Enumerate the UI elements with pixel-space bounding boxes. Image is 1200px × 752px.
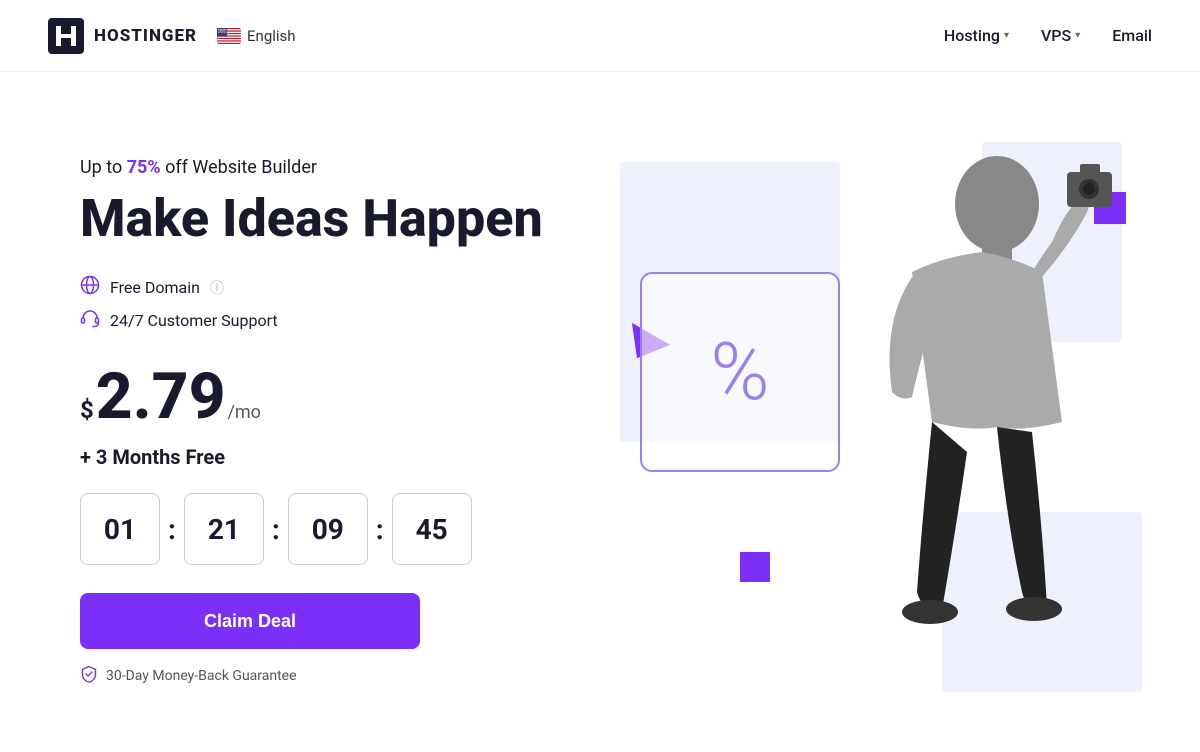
globe-icon [80, 275, 100, 300]
purple-square-bottom [740, 552, 770, 582]
bonus-text: + 3 Months Free [80, 445, 560, 469]
nav-hosting-label: Hosting [944, 26, 1000, 45]
header-nav: Hosting ▾ VPS ▾ Email [944, 26, 1152, 45]
feature-support: 24/7 Customer Support [80, 308, 560, 333]
countdown-separator-1: : [168, 513, 176, 546]
hero-right: % [560, 132, 1152, 712]
percent-box: % [640, 272, 840, 472]
percent-symbol: % [710, 332, 769, 412]
hostinger-logo-icon [48, 18, 84, 54]
nav-email-label: Email [1112, 26, 1152, 45]
chevron-down-icon: ▾ [1075, 30, 1080, 41]
countdown-centiseconds: 45 [392, 493, 472, 565]
promo-discount: 75% [127, 157, 161, 178]
nav-item-email[interactable]: Email [1112, 26, 1152, 45]
price-display: $ 2.79 /mo [80, 365, 560, 429]
price-period: /mo [227, 402, 260, 423]
shield-icon [80, 665, 98, 687]
main-content: Up to 75% off Website Builder Make Ideas… [0, 72, 1200, 752]
countdown-hours: 01 [80, 493, 160, 565]
logo[interactable]: HOSTINGER [48, 18, 197, 54]
price-section: $ 2.79 /mo [80, 365, 560, 429]
countdown-timer: 01 : 21 : 09 : 45 [80, 493, 560, 565]
person-illustration [812, 142, 1112, 682]
price-amount: 2.79 [96, 365, 226, 429]
nav-vps-label: VPS [1041, 26, 1071, 45]
free-domain-label: Free Domain [110, 278, 200, 297]
price-dollar: $ [80, 396, 94, 424]
header-left: HOSTINGER [48, 18, 296, 54]
feature-free-domain: Free Domain ⓘ [80, 275, 560, 300]
logo-text: HOSTINGER [94, 26, 197, 46]
countdown-separator-2: : [272, 513, 280, 546]
features-list: Free Domain ⓘ 24/7 Customer Support [80, 275, 560, 333]
countdown-minutes: 21 [184, 493, 264, 565]
guarantee-section: 30-Day Money-Back Guarantee [80, 665, 560, 687]
countdown-separator-3: : [376, 513, 384, 546]
claim-deal-button[interactable]: Claim Deal [80, 593, 420, 649]
hero-left: Up to 75% off Website Builder Make Ideas… [80, 157, 560, 687]
nav-item-vps[interactable]: VPS ▾ [1041, 26, 1080, 45]
countdown-seconds: 09 [288, 493, 368, 565]
language-selector[interactable]: English [217, 27, 296, 45]
promo-text: Up to 75% off Website Builder [80, 157, 560, 178]
language-label: English [247, 27, 296, 45]
headset-icon [80, 308, 100, 333]
promo-prefix: Up to [80, 157, 127, 178]
nav-item-hosting[interactable]: Hosting ▾ [944, 26, 1009, 45]
guarantee-label: 30-Day Money-Back Guarantee [106, 668, 297, 684]
header: HOSTINGER [0, 0, 1200, 72]
support-label: 24/7 Customer Support [110, 311, 278, 330]
flag-icon [217, 28, 241, 44]
chevron-down-icon: ▾ [1004, 30, 1009, 41]
promo-suffix: off Website Builder [161, 157, 317, 178]
info-icon[interactable]: ⓘ [210, 278, 224, 298]
hero-headline: Make Ideas Happen [80, 190, 560, 247]
